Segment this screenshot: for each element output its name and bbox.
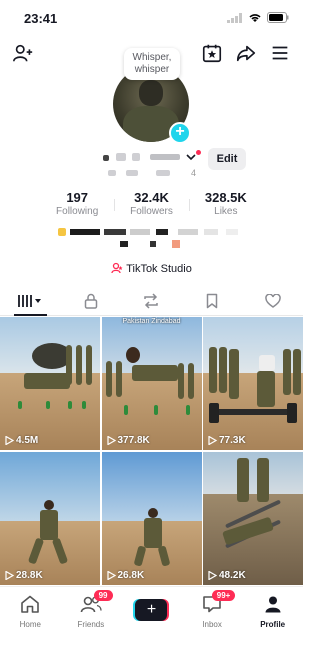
lock-icon <box>84 293 98 309</box>
chevron-down-icon[interactable] <box>186 153 196 161</box>
play-icon <box>106 436 116 445</box>
repost-icon <box>144 292 159 309</box>
inbox-badge: 99+ <box>211 590 236 601</box>
notification-dot <box>196 150 201 155</box>
view-count: 4.5M <box>5 435 38 446</box>
nav-label: Profile <box>260 620 286 629</box>
home-icon <box>21 595 40 613</box>
video-overlay-text: Pakistan Zindabad <box>122 318 181 325</box>
play-icon <box>5 570 14 580</box>
stat-likes[interactable]: 328.5K Likes <box>188 190 263 222</box>
status-time: 23:41 <box>24 11 58 26</box>
stat-value: 328.5K <box>204 190 247 205</box>
nav-label: Home <box>19 620 41 629</box>
stat-value: 32.4K <box>134 190 169 205</box>
tab-private[interactable] <box>61 286 122 315</box>
username-row: Edit 4 <box>0 148 303 178</box>
profile-stats: 197 Following 32.4K Followers 328.5K Lik… <box>40 190 263 222</box>
grid-icon <box>18 294 42 307</box>
note-bubble[interactable]: Whisper, whisper <box>124 48 180 80</box>
nav-home[interactable]: Home <box>0 587 61 656</box>
tab-reposts[interactable] <box>121 286 182 315</box>
video-thumbnail[interactable]: 4.5M <box>0 317 100 450</box>
tab-liked[interactable] <box>242 286 303 315</box>
view-count: 26.8K <box>106 569 145 581</box>
stat-label: Followers <box>130 206 173 217</box>
stat-following[interactable]: 197 Following <box>40 190 114 222</box>
wifi-icon <box>249 13 261 22</box>
share-icon[interactable] <box>235 42 257 64</box>
username-redacted <box>150 154 180 160</box>
play-icon <box>106 570 116 580</box>
nav-inbox[interactable]: 99+ Inbox <box>182 587 243 656</box>
tiktok-studio-link[interactable]: TikTok Studio <box>0 262 303 275</box>
studio-icon <box>111 262 123 274</box>
video-thumbnail[interactable]: 26.8K <box>101 451 202 585</box>
view-count: 48.2K <box>208 570 246 581</box>
add-friend-icon[interactable] <box>12 42 34 64</box>
handle-digit: 4 <box>191 168 197 178</box>
view-count: 28.8K <box>5 570 43 581</box>
bottom-nav: Home 99 Friends + 99+ Inbox Profile <box>0 586 303 656</box>
create-icon: + <box>135 599 168 621</box>
username-redacted <box>116 153 126 161</box>
tab-videos[interactable] <box>0 286 61 316</box>
view-count: 377.8K <box>106 435 150 446</box>
studio-label: TikTok Studio <box>126 263 192 275</box>
handle-redacted <box>108 170 116 176</box>
username-redacted <box>132 153 140 161</box>
view-count-label: 4.5M <box>16 435 39 446</box>
stat-label: Likes <box>214 206 238 217</box>
heart-icon <box>264 293 281 308</box>
view-count-label: 28.8K <box>16 569 43 581</box>
bookmark-icon <box>206 293 218 308</box>
video-thumbnail[interactable]: 77.3K <box>203 317 303 450</box>
handle-redacted <box>126 170 138 176</box>
video-thumbnail[interactable]: Pakistan Zindabad 377.8K <box>101 317 202 450</box>
status-icons <box>227 12 289 23</box>
profile-icon <box>265 596 281 613</box>
edit-profile-button[interactable]: Edit <box>208 148 246 170</box>
nav-create[interactable]: + <box>121 587 182 656</box>
view-count-label: 77.3K <box>219 435 246 446</box>
nav-friends[interactable]: 99 Friends <box>61 587 122 656</box>
friends-badge: 99 <box>93 590 113 601</box>
handle-redacted <box>156 170 170 176</box>
stat-followers[interactable]: 32.4K Followers <box>114 190 188 222</box>
play-icon <box>208 436 217 445</box>
nav-profile[interactable]: Profile <box>242 587 303 656</box>
bio-redacted <box>0 226 303 250</box>
add-story-icon[interactable]: + <box>169 122 191 144</box>
top-right-actions <box>201 42 291 64</box>
view-count: 77.3K <box>208 435 246 446</box>
status-bar: 23:41 <box>0 0 303 36</box>
view-count-label: 377.8K <box>117 435 150 446</box>
stat-value: 197 <box>66 190 89 205</box>
tab-favorites[interactable] <box>182 286 243 315</box>
nav-label: Inbox <box>202 620 222 629</box>
calendar-star-icon[interactable] <box>201 42 223 64</box>
content-tabs <box>0 286 303 316</box>
video-grid: 4.5M Pakistan Zindabad 377.8K 77.3K 28.8… <box>0 317 303 587</box>
video-thumbnail[interactable]: 48.2K <box>203 451 303 585</box>
menu-icon[interactable] <box>269 42 291 64</box>
nav-label: Friends <box>77 620 105 629</box>
username-redacted <box>103 155 109 161</box>
view-count-label: 26.8K <box>117 569 145 581</box>
battery-icon <box>267 12 289 23</box>
play-icon <box>5 436 14 445</box>
video-thumbnail[interactable]: 28.8K <box>0 451 100 585</box>
signal-icon <box>227 12 242 23</box>
play-icon <box>208 570 217 580</box>
view-count-label: 48.2K <box>219 569 246 581</box>
stat-label: Following <box>56 206 99 217</box>
